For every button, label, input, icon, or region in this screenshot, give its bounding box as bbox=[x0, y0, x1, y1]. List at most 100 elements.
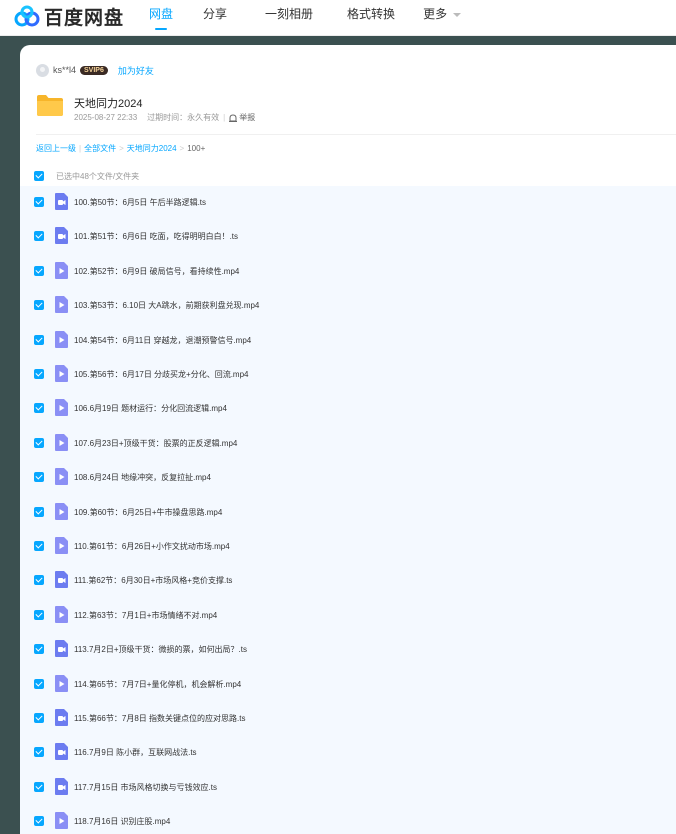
video-file-icon bbox=[55, 640, 68, 658]
mp4-file-icon bbox=[55, 812, 68, 830]
file-row[interactable]: 109.第60节：6月25日+牛市操盘思路.mp4 bbox=[20, 496, 676, 530]
video-file-icon bbox=[55, 227, 68, 245]
file-list: 100.第50节：6月5日 午后半路逻辑.ts 101.第51节：6月6日 吃面，… bbox=[20, 186, 676, 834]
mp4-file-icon bbox=[55, 674, 68, 692]
mp4-file-icon bbox=[55, 261, 68, 279]
file-checkbox[interactable] bbox=[34, 403, 44, 414]
file-name[interactable]: 117.7月15日 市场风格切换与亏钱效应.ts bbox=[74, 782, 217, 793]
share-card: ks**l4 SVIP6 加为好友 天地同力2024 2025-08-27 22… bbox=[20, 45, 676, 834]
file-name[interactable]: 101.第51节：6月6日 吃面，吃得明明白白！.ts bbox=[74, 231, 238, 242]
file-checkbox[interactable] bbox=[34, 816, 44, 827]
mp4-file-icon bbox=[55, 537, 68, 554]
file-row[interactable]: 103.第53节：6.10日 大A跳水，前期获利盘兑现.mp4 bbox=[20, 289, 676, 323]
file-checkbox[interactable] bbox=[34, 231, 44, 242]
file-checkbox[interactable] bbox=[34, 334, 44, 345]
nav-tab-more[interactable]: 更多 bbox=[409, 0, 475, 36]
file-row[interactable]: 104.第54节：6月11日 穿越龙，退潮预警信号.mp4 bbox=[20, 324, 676, 358]
share-time: 2025-08-27 22:33 bbox=[74, 113, 138, 122]
file-row[interactable]: 117.7月15日 市场风格切换与亏钱效应.ts bbox=[20, 771, 676, 805]
file-row[interactable]: 100.第50节：6月5日 午后半路逻辑.ts bbox=[20, 186, 676, 220]
file-row[interactable]: 107.6月23日+顶级干货：股票的正反逻辑.mp4 bbox=[20, 427, 676, 461]
baidu-netdisk-logo[interactable]: 百度网盘 bbox=[14, 4, 125, 29]
file-name[interactable]: 116.7月9日 陈小群，互联网战法.ts bbox=[74, 747, 197, 758]
avatar[interactable] bbox=[36, 63, 49, 77]
file-checkbox[interactable] bbox=[34, 300, 44, 311]
mp4-file-icon bbox=[55, 399, 68, 417]
file-row[interactable]: 114.第65节：7月7日+量化停机，机会解析.mp4 bbox=[20, 668, 676, 702]
video-file-icon bbox=[55, 777, 68, 795]
main-nav: 网盘 分享 一刻相册 格式转换 更多 bbox=[135, 0, 475, 36]
file-name[interactable]: 107.6月23日+顶级干货：股票的正反逻辑.mp4 bbox=[74, 438, 237, 449]
file-checkbox[interactable] bbox=[34, 575, 44, 586]
file-row[interactable]: 116.7月9日 陈小群，互联网战法.ts bbox=[20, 736, 676, 770]
video-file-icon bbox=[55, 571, 68, 589]
sharer-username[interactable]: ks**l4 bbox=[53, 65, 76, 75]
select-all-checkbox[interactable] bbox=[34, 171, 44, 181]
file-row[interactable]: 113.7月2日+顶级干货：微损的票，如何出局？.ts bbox=[20, 633, 676, 667]
file-name[interactable]: 109.第60节：6月25日+牛市操盘思路.mp4 bbox=[74, 507, 222, 518]
nav-tab-album[interactable]: 一刻相册 bbox=[251, 0, 327, 36]
file-name[interactable]: 103.第53节：6.10日 大A跳水，前期获利盘兑现.mp4 bbox=[74, 300, 259, 311]
nav-tab-share[interactable]: 分享 bbox=[189, 0, 241, 36]
file-row[interactable]: 101.第51节：6月6日 吃面，吃得明明白白！.ts bbox=[20, 220, 676, 254]
file-name[interactable]: 111.第62节：6月30日+市场风格+竞价支撑.ts bbox=[74, 575, 232, 586]
breadcrumb-current: 100+ bbox=[187, 144, 206, 153]
file-checkbox[interactable] bbox=[34, 506, 44, 517]
file-checkbox[interactable] bbox=[34, 781, 44, 792]
file-row[interactable]: 106.6月19日 题材运行：分化回流逻辑.mp4 bbox=[20, 392, 676, 426]
file-row[interactable]: 111.第62节：6月30日+市场风格+竞价支撑.ts bbox=[20, 564, 676, 598]
breadcrumb-folder[interactable]: 天地同力2024 bbox=[127, 144, 177, 153]
file-checkbox[interactable] bbox=[34, 197, 44, 207]
select-all-row: 已选中48个文件/文件夹 bbox=[34, 169, 139, 183]
mp4-file-icon bbox=[55, 502, 68, 520]
file-name[interactable]: 102.第52节：6月9日 破局信号，看持续性.mp4 bbox=[74, 266, 239, 277]
file-checkbox[interactable] bbox=[34, 472, 44, 483]
logo-text: 百度网盘 bbox=[44, 6, 125, 29]
mp4-file-icon bbox=[55, 468, 68, 486]
file-row[interactable]: 115.第66节：7月8日 指数关键点位的应对思路.ts bbox=[20, 702, 676, 736]
file-checkbox[interactable] bbox=[34, 369, 44, 379]
file-name[interactable]: 110.第61节：6月26日+小作文扰动市场.mp4 bbox=[74, 541, 230, 552]
video-file-icon bbox=[55, 709, 68, 726]
file-checkbox[interactable] bbox=[34, 678, 44, 689]
mp4-file-icon bbox=[55, 605, 68, 623]
vip-level-badge: SVIP6 bbox=[80, 65, 108, 75]
nav-tab-netdisk[interactable]: 网盘 bbox=[135, 0, 187, 36]
add-friend-link[interactable]: 加为好友 bbox=[118, 64, 154, 77]
file-name[interactable]: 108.6月24日 地缘冲突，反复拉扯.mp4 bbox=[74, 472, 211, 483]
file-name[interactable]: 118.7月16日 识别庄股.mp4 bbox=[74, 816, 170, 827]
breadcrumb-all-files[interactable]: 全部文件 bbox=[84, 144, 116, 153]
file-checkbox[interactable] bbox=[34, 747, 44, 758]
file-row[interactable]: 112.第63节：7月1日+市场情绪不对.mp4 bbox=[20, 599, 676, 633]
expire-time: 过期时间：永久有效 bbox=[147, 113, 220, 122]
chevron-down-icon bbox=[453, 12, 462, 17]
file-row[interactable]: 108.6月24日 地缘冲突，反复拉扯.mp4 bbox=[20, 461, 676, 495]
report-button[interactable]: 举报 bbox=[229, 112, 255, 123]
file-checkbox[interactable] bbox=[34, 644, 44, 655]
file-name[interactable]: 115.第66节：7月8日 指数关键点位的应对思路.ts bbox=[74, 713, 245, 724]
file-name[interactable]: 106.6月19日 题材运行：分化回流逻辑.mp4 bbox=[74, 403, 227, 414]
top-navbar: 百度网盘 网盘 分享 一刻相册 格式转换 更多 bbox=[0, 0, 676, 36]
file-name[interactable]: 114.第65节：7月7日+量化停机，机会解析.mp4 bbox=[74, 679, 241, 690]
file-row[interactable]: 118.7月16日 识别庄股.mp4 bbox=[20, 805, 676, 834]
file-row[interactable]: 102.第52节：6月9日 破局信号，看持续性.mp4 bbox=[20, 255, 676, 289]
mp4-file-icon bbox=[55, 365, 68, 382]
file-name[interactable]: 104.第54节：6月11日 穿越龙，退潮预警信号.mp4 bbox=[74, 335, 251, 346]
file-checkbox[interactable] bbox=[34, 609, 44, 620]
file-checkbox[interactable] bbox=[34, 265, 44, 276]
file-row[interactable]: 110.第61节：6月26日+小作文扰动市场.mp4 bbox=[20, 530, 676, 564]
breadcrumb-back-link[interactable]: 返回上一级 bbox=[36, 144, 76, 153]
report-icon bbox=[229, 113, 238, 122]
nav-tab-format-convert[interactable]: 格式转换 bbox=[333, 0, 409, 36]
file-checkbox[interactable] bbox=[34, 437, 44, 448]
report-label: 举报 bbox=[239, 113, 256, 122]
file-name[interactable]: 113.7月2日+顶级干货：微损的票，如何出局？.ts bbox=[74, 644, 247, 655]
selection-count: 已选中48个文件/文件夹 bbox=[56, 171, 140, 181]
file-name[interactable]: 112.第63节：7月1日+市场情绪不对.mp4 bbox=[74, 610, 217, 621]
file-name[interactable]: 100.第50节：6月5日 午后半路逻辑.ts bbox=[74, 197, 206, 208]
file-name[interactable]: 105.第56节：6月17日 分歧买龙+分化、回流.mp4 bbox=[74, 369, 249, 380]
folder-icon bbox=[37, 95, 63, 116]
file-checkbox[interactable] bbox=[34, 713, 44, 723]
file-checkbox[interactable] bbox=[34, 541, 44, 551]
file-row[interactable]: 105.第56节：6月17日 分歧买龙+分化、回流.mp4 bbox=[20, 358, 676, 392]
